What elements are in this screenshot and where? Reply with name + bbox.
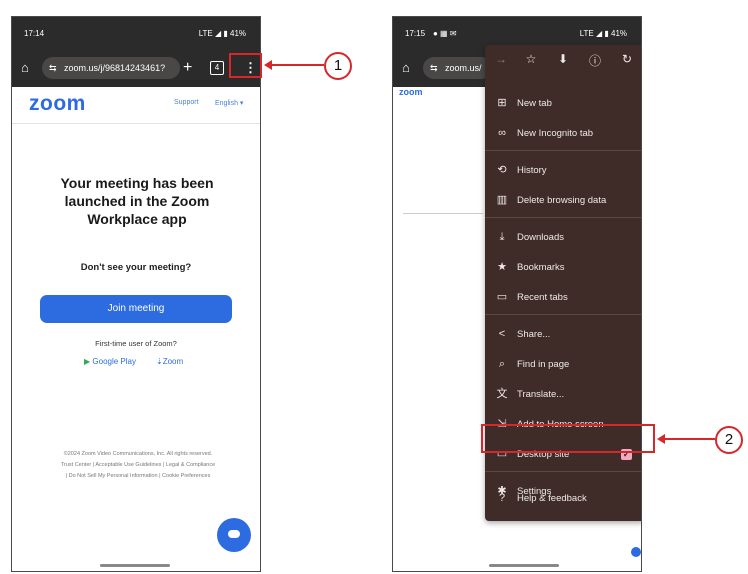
refresh-icon[interactable]: ↻ — [619, 52, 635, 66]
footer-links-row1[interactable]: Trust Center | Acceptable Use Guidelines… — [28, 460, 248, 471]
browser-toolbar: ⌂ ⇆ zoom.us/j/96814243461? + 4 ⋮ — [12, 49, 260, 87]
divider — [12, 123, 260, 124]
menu-item-recent-tabs[interactable]: ▭ Recent tabs — [485, 284, 641, 312]
status-bar: 17:14 LTE ◢ ▮ 41% — [12, 17, 260, 49]
download-zoom-link[interactable]: ⇣Zoom — [156, 357, 183, 366]
google-play-link[interactable]: ▶ Google Play — [84, 357, 136, 366]
menu-divider — [485, 150, 641, 151]
menu-divider — [485, 217, 641, 218]
status-time: 17:15 — [405, 29, 426, 38]
menu-item-history[interactable]: ⟲ History — [485, 157, 641, 185]
chat-bubble-icon[interactable] — [217, 518, 251, 552]
download-icon[interactable]: ⬇ — [555, 52, 571, 66]
gesture-bar — [489, 564, 559, 567]
menu-item-translate[interactable]: 文 Translate... — [485, 381, 641, 409]
copyright-text: ©2024 Zoom Video Communications, Inc. Al… — [63, 451, 213, 457]
language-selector[interactable]: English ▾ — [215, 99, 243, 107]
menu-divider — [485, 471, 641, 472]
url-text: zoom.us/j/96814243461? — [64, 63, 166, 73]
home-icon[interactable]: ⌂ — [21, 61, 29, 74]
incognito-icon: ∞ — [498, 127, 506, 139]
tab-switcher-icon[interactable]: 4 — [210, 61, 224, 75]
callout-badge-1: 1 — [324, 52, 352, 80]
new-tab-plus-icon[interactable]: + — [183, 60, 192, 76]
menu-top-toolbar: → ☆ ⬇ ⓘ ↻ — [485, 45, 641, 75]
bookmark-star-icon[interactable]: ☆ — [523, 52, 539, 66]
menu-item-new-incognito-tab[interactable]: ∞ New Incognito tab — [485, 120, 641, 148]
star-icon: ★ — [497, 261, 507, 273]
menu-item-share[interactable]: < Share... — [485, 321, 641, 349]
find-icon: ⌕ — [498, 358, 506, 370]
translate-icon: 文 — [496, 388, 508, 400]
dont-see-meeting-text: Don't see your meeting? — [80, 262, 192, 273]
share-icon: < — [498, 328, 506, 340]
menu-item-bookmarks[interactable]: ★ Bookmarks — [485, 254, 641, 282]
home-icon[interactable]: ⌂ — [402, 61, 410, 74]
menu-divider — [485, 314, 641, 315]
chat-bubble-icon[interactable] — [631, 547, 641, 557]
page-divider — [403, 213, 483, 214]
help-icon: ? — [498, 492, 506, 504]
download-icon: ⇣ — [156, 357, 163, 366]
join-meeting-button[interactable]: Join meeting — [40, 295, 232, 323]
highlight-box-more-options — [229, 53, 262, 78]
arrow-line-2 — [663, 438, 715, 440]
devices-icon: ▭ — [496, 291, 508, 303]
plus-square-icon: ⊞ — [497, 97, 507, 109]
right-phone-screen: 17:15 ● ▦ ✉ LTE ◢ ▮ 41% ⌂ ⇆ zoom.us/ zoo… — [392, 16, 642, 572]
highlight-box-desktop-site — [481, 424, 655, 453]
menu-item-help-feedback[interactable]: ? Help & feedback — [485, 485, 641, 513]
address-bar[interactable]: ⇆ zoom.us/ — [423, 57, 493, 79]
support-link[interactable]: Support — [174, 99, 199, 106]
menu-item-delete-browsing-data[interactable]: ▥ Delete browsing data — [485, 187, 641, 215]
trash-icon: ▥ — [496, 194, 508, 206]
zoom-logo: zoom — [29, 92, 86, 115]
info-icon[interactable]: ⓘ — [587, 52, 603, 69]
url-text: zoom.us/ — [445, 63, 482, 73]
site-settings-icon[interactable]: ⇆ — [49, 57, 57, 79]
menu-item-new-tab[interactable]: ⊞ New tab — [485, 90, 641, 118]
status-indicators: LTE ◢ ▮ 41% — [579, 29, 627, 38]
zoom-logo: zoom — [399, 87, 423, 97]
arrow-line-1 — [270, 64, 324, 66]
status-time: 17:14 — [24, 29, 45, 38]
callout-badge-2: 2 — [715, 426, 743, 454]
status-indicators: LTE ◢ ▮ 41% — [198, 29, 246, 38]
site-settings-icon[interactable]: ⇆ — [430, 57, 438, 79]
first-time-user-text: First-time user of Zoom? — [95, 339, 177, 348]
forward-icon[interactable]: → — [493, 52, 509, 66]
page-footer: ©2024 Zoom Video Communications, Inc. Al… — [28, 449, 248, 482]
gesture-bar — [100, 564, 170, 567]
menu-item-find-in-page[interactable]: ⌕ Find in page — [485, 351, 641, 379]
notification-icons: ● ▦ ✉ — [433, 29, 457, 38]
play-icon: ▶ — [84, 357, 91, 366]
address-bar[interactable]: ⇆ zoom.us/j/96814243461? — [42, 57, 180, 79]
menu-item-downloads[interactable]: ⤓ Downloads — [485, 224, 641, 252]
footer-links-row2[interactable]: | Do Not Sell My Personal Information | … — [28, 471, 248, 482]
page-headline: Your meeting has been launched in the Zo… — [60, 175, 214, 227]
left-phone-screen: 17:14 LTE ◢ ▮ 41% ⌂ ⇆ zoom.us/j/96814243… — [11, 16, 261, 572]
download-icon: ⤓ — [499, 231, 505, 243]
history-icon: ⟲ — [497, 164, 507, 176]
